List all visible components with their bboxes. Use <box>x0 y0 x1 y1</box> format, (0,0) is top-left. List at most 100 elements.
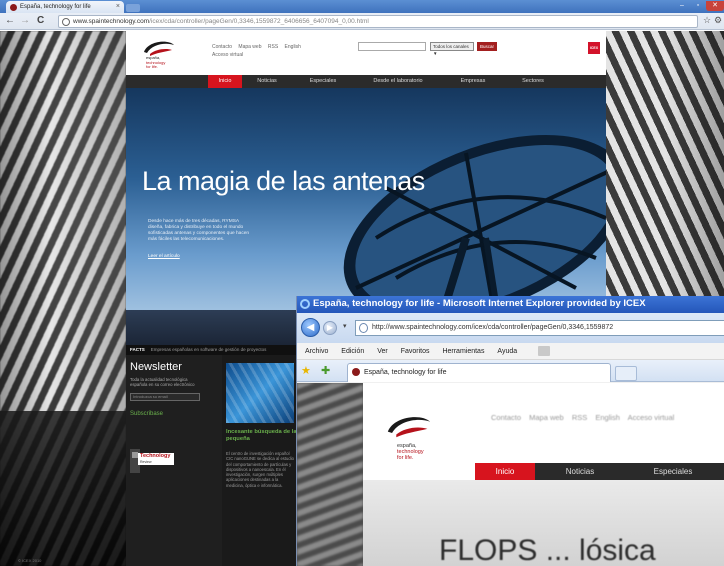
logo-text: españa, technology for life. <box>146 55 176 70</box>
globe-icon <box>62 18 70 26</box>
browser-toolbar: ← → C www.spaintechnology.com/icex/cda/c… <box>0 13 724 30</box>
channel-select[interactable]: Todos los canales ▼ <box>430 42 474 56</box>
link-acceso-virtual[interactable]: Acceso virtual <box>628 413 675 422</box>
background-shadow <box>0 411 126 566</box>
site-header: españa, technology for life. Contacto Ma… <box>126 31 606 75</box>
nav-empresas[interactable]: Empresas <box>448 75 498 88</box>
hero-read-more-link[interactable]: Leer el artículo <box>148 254 180 259</box>
badge-subtitle: Review <box>140 460 152 464</box>
link-acceso-virtual[interactable]: Acceso virtual <box>212 52 243 58</box>
feature-image[interactable] <box>226 363 294 423</box>
ie-new-tab-button[interactable] <box>615 366 637 381</box>
feature-text: El centro de investigación español CIC n… <box>226 451 294 488</box>
menu-ver[interactable]: Ver <box>377 348 388 355</box>
window-maximize-button[interactable]: ▫ <box>690 1 706 11</box>
nav-inicio[interactable]: Inicio <box>475 463 535 480</box>
link-rss[interactable]: RSS <box>572 413 587 422</box>
newsletter-description: Toda la actualidad tecnológica española … <box>130 377 195 388</box>
ie-window-title: España, technology for life - Microsoft … <box>313 298 646 309</box>
tab-title: España, technology for life <box>20 4 91 10</box>
hero-description: Desde hace más de tres décadas, RYMSA di… <box>148 219 250 242</box>
bookmark-star-icon[interactable]: ☆ <box>703 15 711 26</box>
nav-sectores[interactable]: Sectores <box>508 75 558 88</box>
site-favicon-icon <box>10 4 17 11</box>
link-mapa-web[interactable]: Mapa web <box>529 413 564 422</box>
ie-logo-icon <box>300 299 310 309</box>
ie-url: http://www.spaintechnology.com/icex/cda/… <box>372 324 614 331</box>
reload-button[interactable]: C <box>37 15 44 27</box>
ie-window: España, technology for life - Microsoft … <box>296 296 724 566</box>
ie-forward-button[interactable]: ▶ <box>323 321 337 335</box>
browser-tab[interactable]: España, technology for life × <box>6 1 124 13</box>
nav-noticias[interactable]: Noticias <box>246 75 288 88</box>
ie-tab-row: ★ ✚ España, technology for life <box>297 360 724 382</box>
back-button[interactable]: ← <box>5 15 15 27</box>
new-tab-button[interactable] <box>126 4 140 12</box>
link-contacto[interactable]: Contacto <box>491 413 521 422</box>
tab-close-icon[interactable]: × <box>116 3 120 10</box>
newsletter-title: Newsletter <box>130 361 182 373</box>
ie-logo-text: españa, technology for life. <box>397 443 437 461</box>
browser-titlebar: España, technology for life × – ▫ ✕ <box>0 0 724 13</box>
ie-tab-title: España, technology for life <box>364 369 447 376</box>
ie-titlebar: España, technology for life - Microsoft … <box>297 296 724 313</box>
ie-tab[interactable]: España, technology for life <box>347 363 611 382</box>
newsletter-email-input[interactable]: Introduzca su email <box>130 393 200 402</box>
facts-text[interactable]: Empresas españolas en software de gestió… <box>151 347 267 352</box>
toolbar-icon[interactable] <box>538 346 551 357</box>
nav-inicio[interactable]: Inicio <box>208 75 242 88</box>
ie-main-nav: Inicio Noticias Especiales <box>475 463 724 480</box>
facts-label: FACTS <box>130 347 145 352</box>
ie-address-bar[interactable]: http://www.spaintechnology.com/icex/cda/… <box>355 320 724 336</box>
search-button[interactable]: Buscar <box>477 42 497 51</box>
menu-ayuda[interactable]: Ayuda <box>497 348 517 355</box>
link-contacto[interactable]: Contacto <box>212 44 232 50</box>
url-path: /icex/cda/controller/pageGen/0,3346,1559… <box>149 18 369 25</box>
ie-site-logo-icon[interactable] <box>385 413 433 439</box>
menu-herramientas[interactable]: Herramientas <box>442 348 484 355</box>
menu-edicion[interactable]: Edición <box>341 348 364 355</box>
ie-background-image <box>297 383 363 566</box>
nav-noticias[interactable]: Noticias <box>545 463 615 480</box>
ie-menubar: Archivo Edición Ver Favoritos Herramient… <box>297 343 724 360</box>
ie-history-dropdown-icon[interactable]: ▾ <box>343 322 347 330</box>
ie-navbar: ◀ ▶ ▾ http://www.spaintechnology.com/ice… <box>297 313 724 343</box>
logo-line: for life. <box>397 455 414 461</box>
nav-especiales[interactable]: Especiales <box>298 75 348 88</box>
forward-button[interactable]: → <box>20 15 30 27</box>
feature-title[interactable]: Incesante búsqueda de la pequeña <box>226 429 302 443</box>
copyright-text: © ICEX 2010 <box>18 558 42 563</box>
address-bar[interactable]: www.spaintechnology.com/icex/cda/control… <box>58 15 698 28</box>
wrench-menu-icon[interactable]: ⚙ <box>714 15 722 26</box>
site-search-input[interactable] <box>358 42 426 51</box>
link-mapa-web[interactable]: Mapa web <box>238 44 261 50</box>
page-icon <box>359 323 368 333</box>
menu-archivo[interactable]: Archivo <box>305 348 328 355</box>
ie-hero: FLOPS ... lósica <box>363 480 724 566</box>
site-favicon-icon <box>352 368 360 376</box>
ie-top-links: Contacto Mapa web RSS English Acceso vir… <box>491 413 680 422</box>
icex-logo[interactable]: ICEX <box>588 42 600 54</box>
ie-site: españa, technology for life. Contacto Ma… <box>363 383 724 566</box>
window-close-button[interactable]: ✕ <box>706 1 724 11</box>
nav-especiales[interactable]: Especiales <box>633 463 713 480</box>
ie-page-content: españa, technology for life. Contacto Ma… <box>297 383 724 566</box>
ie-hero-title: FLOPS ... lósica <box>439 534 656 566</box>
nav-laboratorio[interactable]: Desde el laboratorio <box>358 75 438 88</box>
link-rss[interactable]: RSS <box>268 44 278 50</box>
favorites-star-icon[interactable]: ★ <box>301 364 311 377</box>
link-english[interactable]: English <box>595 413 620 422</box>
top-links: Contacto Mapa web RSS English <box>212 44 306 50</box>
add-favorite-icon[interactable]: ✚ <box>321 364 330 377</box>
ie-back-button[interactable]: ◀ <box>301 318 320 337</box>
technology-review-badge[interactable]: Technology Review <box>126 445 176 481</box>
url-domain: www.spaintechnology.com <box>73 18 150 25</box>
main-nav: Inicio Noticias Especiales Desde el labo… <box>126 75 606 88</box>
newsletter-subscribe-link[interactable]: Subscribase <box>130 411 218 417</box>
link-english[interactable]: English <box>285 44 301 50</box>
newsletter-panel: Newsletter Toda la actualidad tecnológic… <box>126 355 222 566</box>
window-minimize-button[interactable]: – <box>674 1 690 11</box>
logo-line: for life. <box>146 64 159 69</box>
hero-title: La magia de las antenas <box>142 166 425 196</box>
menu-favoritos[interactable]: Favoritos <box>401 348 430 355</box>
